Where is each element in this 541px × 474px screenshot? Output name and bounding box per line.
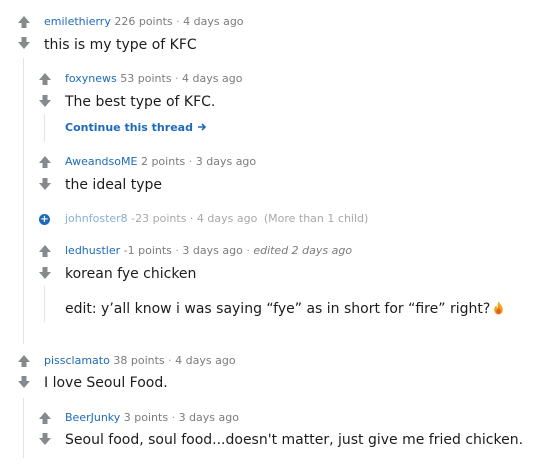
points: 3 points xyxy=(123,411,169,424)
points: 226 points xyxy=(114,15,173,28)
username-link[interactable]: ledhustler xyxy=(65,244,120,257)
timestamp[interactable]: 4 days ago xyxy=(197,212,257,225)
points: -1 points xyxy=(123,244,172,257)
points: -23 points xyxy=(131,212,187,225)
separator: · xyxy=(246,244,250,257)
edit-text: edit: y’all know i was saying “fye” as i… xyxy=(65,301,491,317)
fire-emoji-icon xyxy=(494,301,504,315)
downvote-arrow-icon[interactable] xyxy=(17,36,31,50)
comment-meta: ledhustler -1 points · 3 days ago · edit… xyxy=(65,244,352,258)
separator: · xyxy=(176,15,180,28)
expand-plus-icon[interactable]: + xyxy=(39,214,50,225)
comment-meta: AweandsoME 2 points · 3 days ago xyxy=(65,155,256,169)
continue-thread-label: Continue this thread xyxy=(65,121,193,134)
separator: · xyxy=(171,411,176,424)
comment-meta: johnfoster8 -23 points · 4 days ago (Mor… xyxy=(65,212,368,226)
timestamp[interactable]: 4 days ago xyxy=(175,354,235,367)
timestamp[interactable]: 3 days ago xyxy=(179,411,239,424)
thread-line-foxynews[interactable] xyxy=(44,114,45,142)
comment-body: this is my type of KFC xyxy=(44,37,197,53)
username-link[interactable]: AweandsoME xyxy=(65,155,137,168)
upvote-arrow-icon[interactable] xyxy=(38,411,52,425)
child-count-note: (More than 1 child) xyxy=(263,212,369,225)
comment-body: korean fye chicken xyxy=(65,266,197,282)
upvote-arrow-icon[interactable] xyxy=(17,15,31,29)
timestamp[interactable]: 3 days ago xyxy=(196,155,256,168)
separator: · xyxy=(168,354,172,367)
timestamp[interactable]: 4 days ago xyxy=(182,72,242,85)
timestamp[interactable]: 3 days ago xyxy=(182,244,242,257)
comment-meta: emilethierry 226 points · 4 days ago xyxy=(44,15,244,29)
username-link[interactable]: pissclamato xyxy=(44,354,110,367)
comment-meta: pissclamato 38 points · 4 days ago xyxy=(44,354,236,368)
downvote-arrow-icon[interactable] xyxy=(38,432,52,446)
thread-line-root-2[interactable] xyxy=(23,398,24,458)
username-link[interactable]: BeerJunky xyxy=(65,411,120,424)
points: 53 points xyxy=(120,72,172,85)
comment-body: I love Seoul Food. xyxy=(44,375,168,391)
upvote-arrow-icon[interactable] xyxy=(38,72,52,86)
username-link[interactable]: johnfoster8 xyxy=(65,212,128,225)
comment-body: The best type of KFC. xyxy=(65,94,216,110)
separator: · xyxy=(175,244,179,257)
comment-body-edit: edit: y’all know i was saying “fye” as i… xyxy=(65,300,504,318)
downvote-arrow-icon[interactable] xyxy=(38,94,52,108)
downvote-arrow-icon[interactable] xyxy=(17,375,31,389)
upvote-arrow-icon[interactable] xyxy=(17,354,31,368)
points: 2 points xyxy=(140,155,186,168)
upvote-arrow-icon[interactable] xyxy=(38,155,52,169)
points: 38 points xyxy=(113,354,165,367)
timestamp[interactable]: 4 days ago xyxy=(183,15,243,28)
downvote-arrow-icon[interactable] xyxy=(38,177,52,191)
upvote-arrow-icon[interactable] xyxy=(38,244,52,258)
username-link[interactable]: foxynews xyxy=(65,72,117,85)
separator: · xyxy=(188,155,193,168)
comment-body: Seoul food, soul food...doesn't matter, … xyxy=(65,432,524,448)
thread-line-ledhustler[interactable] xyxy=(44,286,45,322)
separator: · xyxy=(175,72,179,85)
comment-body: the ideal type xyxy=(65,177,163,193)
thread-line-root-1[interactable] xyxy=(23,58,24,344)
continue-thread-link[interactable]: Continue this thread xyxy=(65,121,207,135)
comment-meta: foxynews 53 points · 4 days ago xyxy=(65,72,242,86)
separator: · xyxy=(189,212,194,225)
downvote-arrow-icon[interactable] xyxy=(38,266,52,280)
edited-note: edited 2 days ago xyxy=(253,244,353,257)
username-link[interactable]: emilethierry xyxy=(44,15,111,28)
comment-meta: BeerJunky 3 points · 3 days ago xyxy=(65,411,239,425)
arrow-right-icon xyxy=(197,123,206,131)
